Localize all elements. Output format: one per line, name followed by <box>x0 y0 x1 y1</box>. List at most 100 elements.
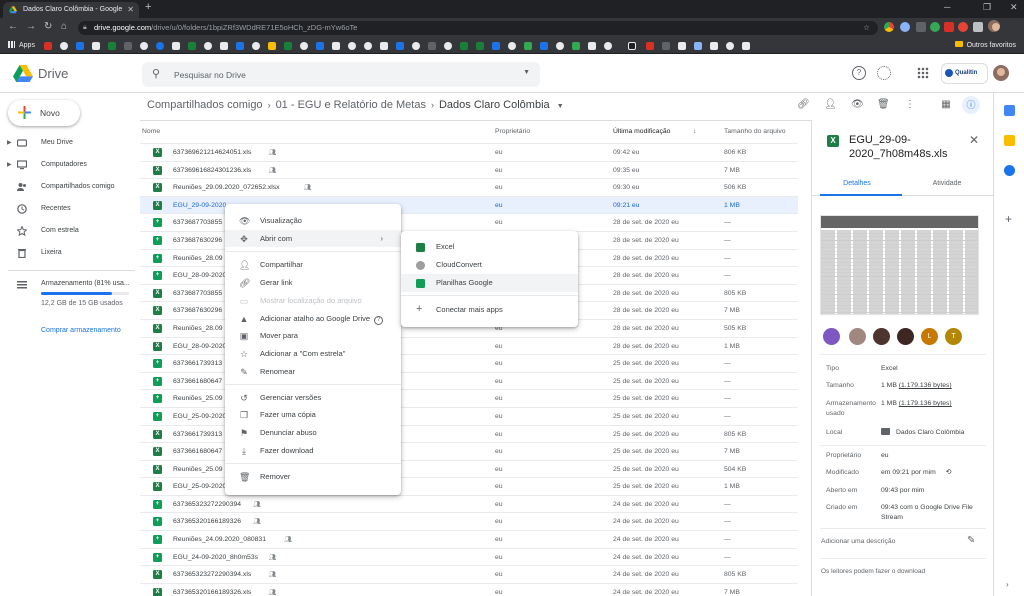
bookmark-icon[interactable] <box>236 42 244 50</box>
forward-icon[interactable]: → <box>26 21 36 32</box>
bookmark-icon[interactable] <box>124 42 132 50</box>
avatar[interactable] <box>823 328 840 345</box>
table-row[interactable]: +637365323272290394 👥︎ eu 24 de set. de 202… <box>140 494 798 513</box>
bookmark-icon[interactable] <box>556 42 564 50</box>
file-thumbnail[interactable] <box>820 215 979 315</box>
bookmark-other-folder[interactable]: Outros favoritos <box>954 41 1016 49</box>
add-description[interactable]: Adicionar uma descrição <box>821 538 895 545</box>
bookmark-icon[interactable] <box>364 42 372 50</box>
menu-item-gerenciar-versoes[interactable]: ↺ Gerenciar versões <box>225 389 401 406</box>
bookmark-icon[interactable] <box>444 42 452 50</box>
menu-item-mover-para[interactable]: ▣ Mover para <box>225 327 401 344</box>
breadcrumb-current[interactable]: Dados Claro Colômbia <box>439 99 550 111</box>
expand-icon[interactable]: ▶ <box>7 156 12 174</box>
help-icon[interactable]: ? <box>374 316 384 325</box>
trash-icon[interactable]: 🗑︎ <box>877 99 890 111</box>
reload-icon[interactable]: ↻ <box>44 21 52 32</box>
window-close-icon[interactable]: ✕ <box>1010 2 1018 13</box>
table-row[interactable]: X Reuniões_29.09.2020_072652.xlsx 👥︎ eu 09:3… <box>140 178 798 196</box>
table-row[interactable]: X 637369621214624051.xls 👥︎ eu 09:42 eu 806 K… <box>140 143 798 161</box>
menu-item-renomear[interactable]: ✎ Renomear <box>225 363 401 380</box>
tab-detalhes[interactable]: Detalhes <box>812 180 902 187</box>
sort-arrow-icon[interactable]: ↓ <box>693 128 696 135</box>
storage-label[interactable]: Armazenamento (81% usa... <box>41 280 130 287</box>
bookmark-icon[interactable] <box>492 42 500 50</box>
table-row[interactable]: X 637369616824301236.xls 👥︎ eu 09:35 eu 7 MB <box>140 160 798 179</box>
bookmark-icon[interactable] <box>460 42 468 50</box>
bookmark-icon[interactable] <box>204 42 212 50</box>
search-icon[interactable]: ⚲ <box>152 67 160 80</box>
avatar[interactable]: L <box>921 328 938 345</box>
bookmark-icon[interactable] <box>678 42 686 50</box>
info-icon[interactable]: ⓘ <box>962 96 980 114</box>
preview-eye-icon[interactable]: 👁︎ <box>851 99 864 111</box>
bookmark-icon[interactable] <box>694 42 702 50</box>
nav-item-recentes[interactable]: Recentes <box>0 200 135 218</box>
bookmark-icon[interactable] <box>140 42 148 50</box>
submenu-item-connect-apps[interactable]: + Conectar mais apps <box>401 301 578 319</box>
calendar-icon[interactable] <box>1004 105 1015 116</box>
bookmark-icon[interactable] <box>476 42 484 50</box>
nav-item-compartilhados[interactable]: Compartilhados comigo <box>0 178 135 196</box>
table-row[interactable]: +637365320166189326 👥︎ eu 24 de set. de 202… <box>140 512 798 530</box>
bookmark-icon[interactable] <box>252 42 260 50</box>
bookmark-icon[interactable] <box>726 42 734 50</box>
bookmark-icon[interactable] <box>284 42 292 50</box>
column-name[interactable]: Nome <box>142 128 160 135</box>
menu-item-adicionar-atalho[interactable]: ▲ Adicionar atalho ao Google Drive? <box>225 310 401 327</box>
bookmark-icon[interactable] <box>76 42 84 50</box>
restore-icon[interactable]: ❐ <box>983 2 991 13</box>
column-owner[interactable]: Proprietário <box>495 128 530 135</box>
bookmark-icon[interactable] <box>220 42 228 50</box>
bookmark-icon[interactable] <box>628 42 636 50</box>
table-row[interactable]: + Reuniões_24.09.2020_080831 👥︎ eu 24 de set… <box>140 530 798 548</box>
close-icon[interactable]: ✕ <box>969 133 979 147</box>
bookmark-icon[interactable] <box>662 42 670 50</box>
menu-item-mostrar-localizacao[interactable]: ▭ Mostrar localização do arquivo <box>225 292 401 309</box>
history-icon[interactable]: ⟲ <box>946 469 952 476</box>
bookmark-icon[interactable] <box>44 42 52 50</box>
nav-item-lixeira[interactable]: Lixeira <box>0 244 135 262</box>
chevron-right-icon[interactable]: › <box>1006 580 1009 589</box>
bookmark-icon[interactable] <box>268 42 276 50</box>
bookmark-icon[interactable] <box>332 42 340 50</box>
search-options-icon[interactable]: ▼ <box>523 69 530 76</box>
expand-icon[interactable]: ▶ <box>7 134 12 152</box>
add-person-icon[interactable]: 👤︎ <box>824 99 837 111</box>
bookmark-icon[interactable] <box>396 42 404 50</box>
menu-item-abrir-com[interactable]: ✥ Abrir com › <box>225 230 401 247</box>
bookmark-icon[interactable] <box>710 42 718 50</box>
extension-icon[interactable] <box>930 22 940 32</box>
menu-item-fazer-copia[interactable]: ❐ Fazer uma cópia <box>225 406 401 423</box>
column-size[interactable]: Tamanho do arquivo <box>724 128 786 135</box>
close-tab-icon[interactable]: ✕ <box>127 2 134 18</box>
new-button[interactable]: Novo <box>8 100 80 126</box>
bookmark-icon[interactable] <box>188 42 196 50</box>
profile-avatar[interactable] <box>988 20 1000 32</box>
help-icon[interactable]: ? <box>852 66 866 80</box>
bookmark-icon[interactable] <box>646 42 654 50</box>
keep-icon[interactable] <box>1004 135 1015 146</box>
bookmark-icon[interactable] <box>172 42 180 50</box>
submenu-item-excel[interactable]: Excel <box>401 238 578 256</box>
extension-icon[interactable] <box>900 22 910 32</box>
breadcrumb-item[interactable]: Compartilhados comigo <box>147 99 263 111</box>
breadcrumb-item[interactable]: 01 - EGU e Relatório de Metas <box>276 99 426 111</box>
bookmark-icon[interactable] <box>508 42 516 50</box>
add-addon-icon[interactable]: + <box>1005 212 1012 226</box>
bookmark-icon[interactable] <box>316 42 324 50</box>
bookmark-apps[interactable]: Apps <box>8 41 35 49</box>
buy-storage-link[interactable]: Comprar armazenamento <box>41 327 121 334</box>
menu-item-denunciar[interactable]: ⚑ Denunciar abuso <box>225 424 401 441</box>
table-row[interactable]: X 637365320166189326.xls 👥︎ eu 24 de set. de… <box>140 582 798 596</box>
bookmark-icon[interactable] <box>742 42 750 50</box>
menu-item-remover[interactable]: 🗑︎ Remover <box>225 468 401 485</box>
menu-item-gerar-link[interactable]: 🔗︎ Gerar link <box>225 274 401 291</box>
drive-logo-icon[interactable] <box>13 65 33 82</box>
menu-item-visualizacao[interactable]: 👁︎ Visualização <box>225 212 401 229</box>
bookmark-icon[interactable] <box>524 42 532 50</box>
bookmark-icon[interactable] <box>588 42 596 50</box>
menu-item-com-estrela[interactable]: ☆ Adicionar a "Com estrela" <box>225 345 401 362</box>
more-vert-icon[interactable]: ⋮ <box>904 99 916 111</box>
bookmark-icon[interactable] <box>300 42 308 50</box>
